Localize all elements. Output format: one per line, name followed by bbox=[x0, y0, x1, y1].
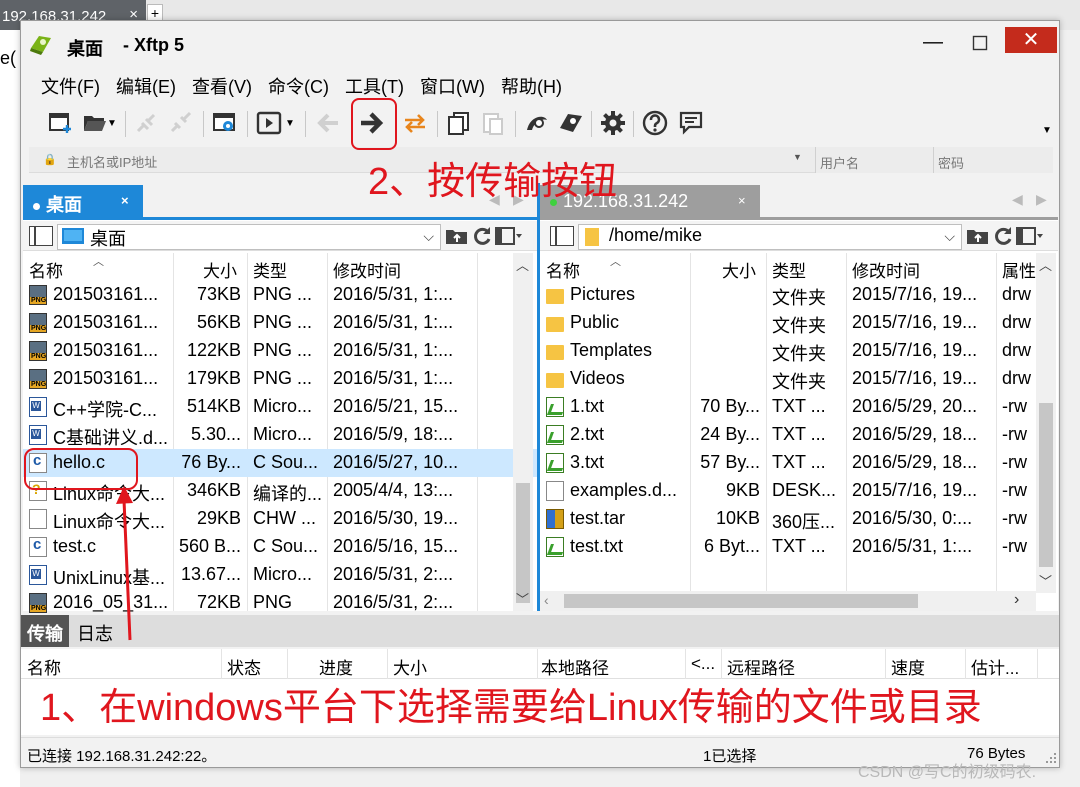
annotation-step-1: 1、在windows平台下选择需要给Linux传输的文件或目录 bbox=[40, 687, 982, 729]
watermark: CSDN @写C的初级码农. bbox=[858, 764, 1037, 781]
annotation-arrow bbox=[116, 486, 133, 641]
annotation-step-2: 2、按传输按钮 bbox=[368, 161, 618, 203]
